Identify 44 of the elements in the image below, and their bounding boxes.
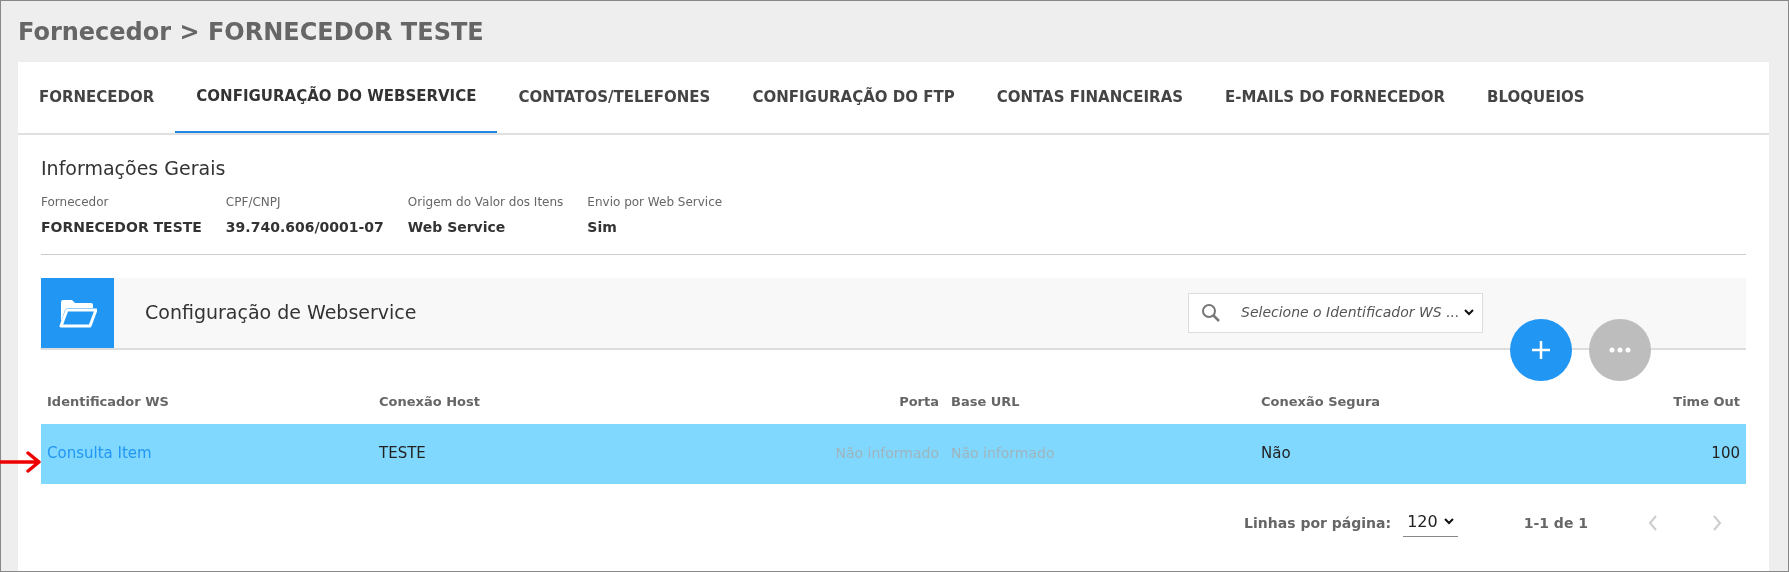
rows-per-page-select[interactable]: 120	[1403, 509, 1458, 537]
table-cell-text: Não informado	[950, 444, 1056, 463]
page-title: Fornecedor > FORNECEDOR TESTE	[18, 16, 484, 48]
page-range: 1-1 de 1	[1523, 513, 1588, 533]
column-header: Porta	[898, 393, 940, 411]
plus-icon	[1531, 339, 1551, 360]
tab[interactable]: CONFIGURAÇÃO DO FTP	[731, 62, 976, 133]
tab[interactable]: CONFIGURAÇÃO DO WEBSERVICE	[175, 62, 498, 133]
field-value: 39.740.606/0001-07	[225, 217, 384, 237]
column-header: Conexão Host	[378, 393, 481, 411]
tab[interactable]: CONTAS FINANCEIRAS	[975, 62, 1205, 133]
tab[interactable]: BLOQUEIOS	[1466, 62, 1606, 133]
field-label: Origem do Valor dos Itens	[407, 193, 564, 211]
table-cell-text: Não	[1260, 443, 1292, 465]
chevron-down-icon	[1443, 518, 1454, 525]
table-cell-text: 100	[1710, 443, 1741, 465]
field-label: Envio por Web Service	[587, 193, 723, 211]
column-header: Base URL	[950, 393, 1021, 411]
annotation-arrow	[0, 451, 42, 473]
section-title: Configuração de Webservice	[145, 300, 417, 326]
folder-icon	[58, 297, 97, 328]
tab[interactable]: FORNECEDOR	[18, 62, 176, 133]
rows-per-page-label: Linhas por página:	[1244, 513, 1392, 533]
field-label: Fornecedor	[41, 193, 110, 211]
chevron-down-icon	[1464, 309, 1474, 316]
tab[interactable]: E-MAILS DO FORNECEDOR	[1204, 62, 1467, 133]
field-value: Web Service	[407, 217, 507, 237]
chevron-right-icon	[1712, 515, 1722, 531]
field-label: CPF/CNPJ	[225, 193, 282, 211]
more-icon	[1609, 346, 1631, 353]
table-row[interactable]: Consulta Item TESTE Não informado Não informado Não 100	[41, 423, 1746, 484]
chevron-left-icon	[1648, 515, 1658, 531]
table-cell-text: Não informado	[834, 444, 940, 463]
search-placeholder: Selecione o Identificador WS ...	[1241, 303, 1460, 322]
field-value: FORNECEDOR TESTE	[41, 217, 202, 237]
search-icon	[1201, 302, 1221, 323]
column-header: Time Out	[1672, 393, 1741, 411]
tab[interactable]: CONTATOS/TELEFONES	[497, 62, 732, 133]
field-value: Sim	[587, 217, 618, 237]
column-header: Identificador WS	[46, 393, 170, 411]
search-select[interactable]: Selecione o Identificador WS ...	[1188, 292, 1483, 333]
column-header: Conexão Segura	[1260, 393, 1382, 411]
section-title: Informações Gerais	[41, 156, 227, 181]
table-cell-text: TESTE	[378, 443, 427, 465]
